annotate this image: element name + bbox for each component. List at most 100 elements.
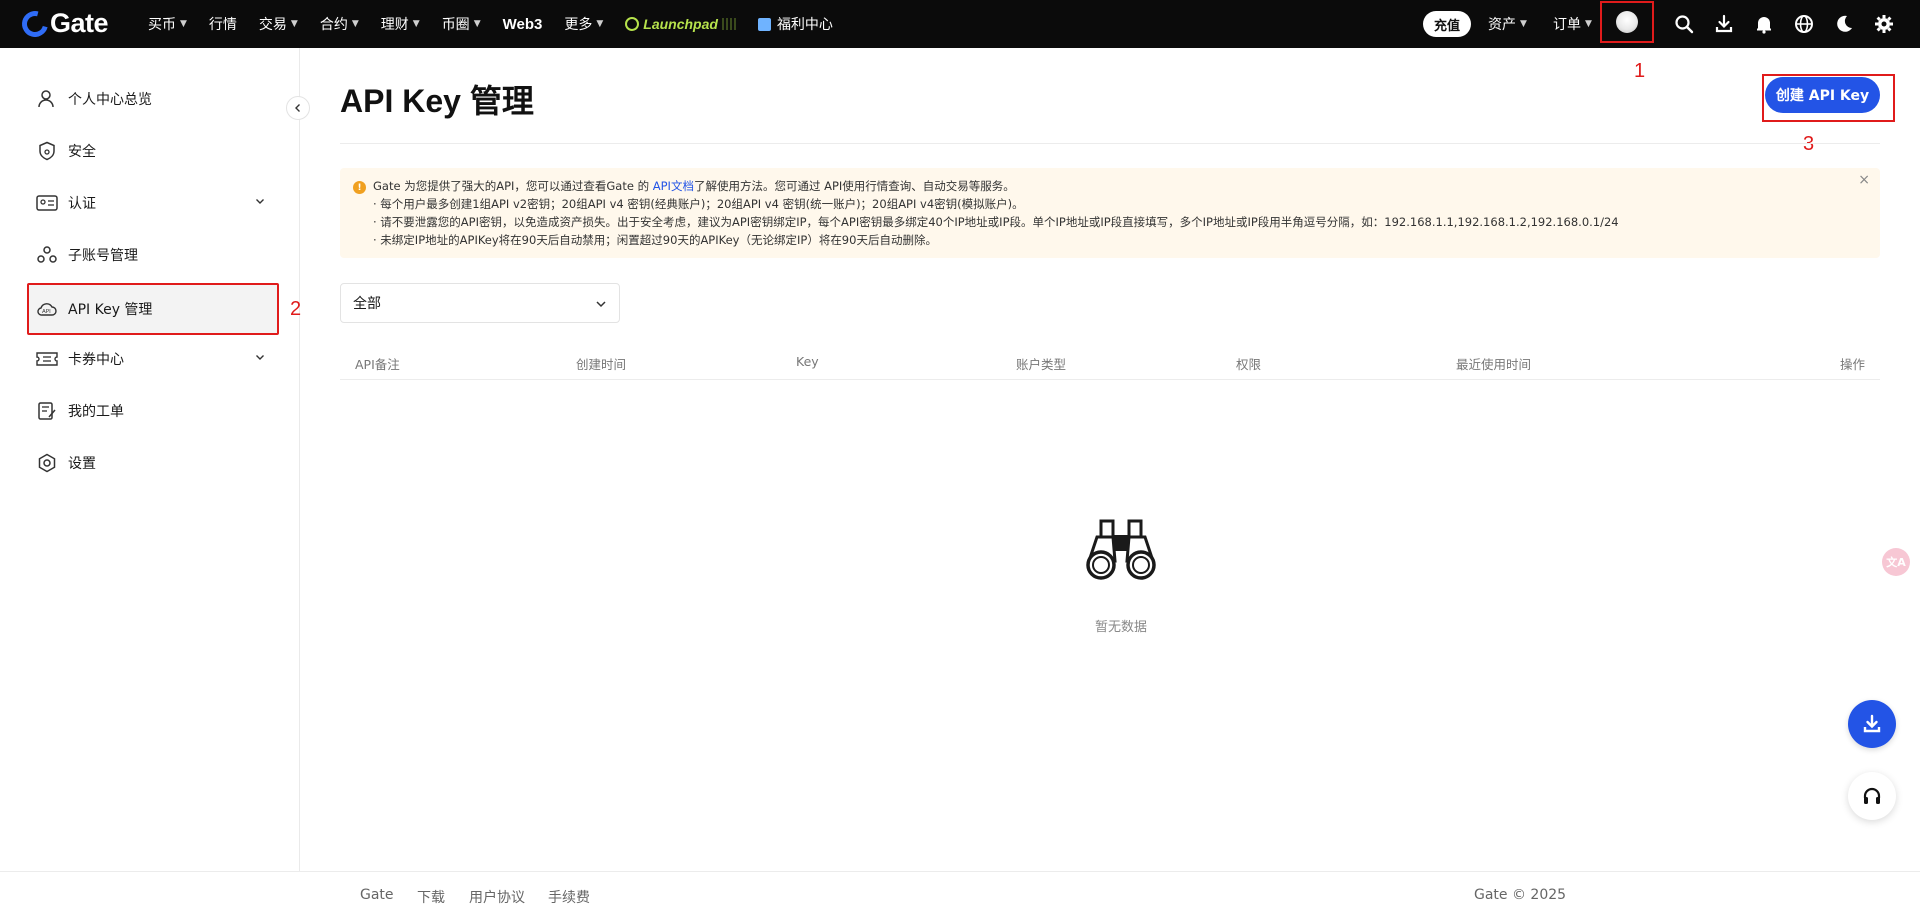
sidebar-item-settings[interactable]: 设置 <box>36 448 266 478</box>
empty-state-text: 暂无数据 <box>1094 620 1147 635</box>
caret-down-icon: ▼ <box>596 19 604 29</box>
sidebar-item-label: 安全 <box>68 144 96 160</box>
sidebar-item-tickets[interactable]: 我的工单 <box>36 396 266 426</box>
deposit-button[interactable]: 充值 <box>1423 11 1471 37</box>
api-key-table-header: API备注 创建时间 Key 账户类型 权限 最近使用时间 操作 <box>340 350 1880 380</box>
sidebar-item-verification[interactable]: 认证 <box>36 188 266 218</box>
footer: Gate 下载 用户协议 手续费 Gate © 2025 <box>0 871 1920 919</box>
nav-label: 理财 <box>380 17 409 33</box>
nav-label: 交易 <box>258 17 287 33</box>
page-title: API Key 管理 <box>340 83 534 119</box>
column-header: API备注 <box>355 357 400 372</box>
gear-icon[interactable] <box>1872 12 1896 36</box>
sidebar-item-label: 卡券中心 <box>68 352 124 368</box>
headset-icon <box>1863 787 1881 804</box>
select-value: 全部 <box>353 296 381 312</box>
floating-download-button[interactable] <box>1848 700 1896 748</box>
customer-support-button[interactable] <box>1848 772 1896 820</box>
settings-icon <box>36 452 58 474</box>
create-api-key-button[interactable]: 创建 API Key <box>1765 77 1880 113</box>
sidebar-item-label: 认证 <box>68 196 96 212</box>
translate-icon[interactable]: 文A <box>1882 548 1910 576</box>
account-type-select[interactable]: 全部 <box>340 283 620 323</box>
avatar-highlight-box <box>1600 1 1654 43</box>
search-icon[interactable] <box>1672 12 1696 36</box>
orders-label: 订单 <box>1553 17 1581 33</box>
launchpad-icon <box>625 17 640 31</box>
nav-trade[interactable]: 交易 ▼ <box>259 14 298 34</box>
chevron-down-icon <box>256 199 264 204</box>
footer-link-gate[interactable]: Gate <box>360 887 394 903</box>
nav-welfare-center[interactable]: 福利中心 <box>757 14 833 34</box>
sidebar-item-sub-accounts[interactable]: 子账号管理 <box>36 240 266 270</box>
sidebar-item-coupons[interactable]: 卡券中心 <box>36 344 266 374</box>
sidebar-collapse-button[interactable] <box>286 96 310 120</box>
notice-line-1: Gate 为您提供了强大的API，您可以通过查看Gate 的 API文档了解使用… <box>373 178 1015 194</box>
gate-logo[interactable]: Gate <box>17 5 109 42</box>
globe-icon[interactable] <box>1792 12 1816 36</box>
nav-more[interactable]: 更多 ▼ <box>564 14 603 34</box>
launchpad-label: Launchpad <box>643 16 718 32</box>
nav-orders[interactable]: 订单 ▼ <box>1553 0 1592 48</box>
nav-label: Web3 <box>502 15 543 33</box>
nav-assets[interactable]: 资产 ▼ <box>1488 0 1527 48</box>
svg-text:API: API <box>42 309 51 315</box>
notice-text: 了解使用方法。您可通过 API使用行情查询、自动交易等服务。 <box>693 179 1015 193</box>
nav-community[interactable]: 币圈 ▼ <box>442 14 481 34</box>
moon-icon[interactable] <box>1832 12 1856 36</box>
column-header: 账户类型 <box>1016 357 1067 372</box>
avatar[interactable] <box>1616 11 1638 33</box>
caret-down-icon: ▼ <box>1585 19 1592 29</box>
sidebar-item-label: API Key 管理 <box>68 302 153 318</box>
footer-link-fees[interactable]: 手续费 <box>548 887 590 907</box>
sidebar-item-label: 子账号管理 <box>68 248 138 264</box>
download-icon[interactable] <box>1712 12 1736 36</box>
warning-icon: ! <box>353 181 366 194</box>
download-icon <box>1863 714 1881 733</box>
gate-logo-icon <box>17 5 53 42</box>
api-notice-banner: ! Gate 为您提供了强大的API，您可以通过查看Gate 的 API文档了解… <box>340 168 1880 258</box>
launchpad-stripe-icon <box>721 18 736 30</box>
caret-down-icon: ▼ <box>180 19 187 29</box>
sidebar-item-security[interactable]: 安全 <box>36 136 266 166</box>
nav-label: 行情 <box>208 17 237 33</box>
annotation-2: 2 <box>290 298 302 320</box>
nav-earn[interactable]: 理财 ▼ <box>381 14 420 34</box>
gift-icon <box>757 17 771 31</box>
caret-down-icon: ▼ <box>473 19 481 29</box>
ticket-icon <box>36 400 58 422</box>
sidebar-item-overview[interactable]: 个人中心总览 <box>36 84 266 114</box>
api-docs-link[interactable]: API文档 <box>653 179 694 193</box>
caret-down-icon: ▼ <box>290 19 298 29</box>
nav-buy-crypto[interactable]: 买币 ▼ <box>148 14 187 34</box>
bell-icon[interactable] <box>1752 12 1776 36</box>
main-menu: 买币 ▼ 行情 交易 ▼ 合约 ▼ 理财 ▼ 币圈 ▼ Web3 更多 ▼ Launchpa… <box>148 0 855 48</box>
notice-text: Gate 为您提供了强大的API，您可以通过查看Gate 的 <box>373 179 653 193</box>
top-navigation: Gate 买币 ▼ 行情 交易 ▼ 合约 ▼ 理财 ▼ 币圈 ▼ Web3 更多 ▼ Lau… <box>0 0 1920 48</box>
close-icon[interactable]: × <box>1858 172 1870 188</box>
column-header: 权限 <box>1236 357 1262 372</box>
nav-launchpad[interactable]: Launchpad <box>625 16 736 32</box>
notice-line-4: · 未绑定IP地址的APIKey将在90天后自动禁用；闲置超过90天的APIKe… <box>373 233 937 247</box>
annotation-1: 1 <box>1634 60 1646 82</box>
column-header: 创建时间 <box>576 357 627 372</box>
nav-label: 币圈 <box>441 17 470 33</box>
nav-label: 买币 <box>148 17 176 33</box>
nav-label: 合约 <box>319 17 348 33</box>
footer-copyright: Gate © 2025 <box>1474 887 1567 903</box>
footer-link-download[interactable]: 下载 <box>417 887 445 907</box>
sidebar-item-label: 设置 <box>68 456 96 472</box>
nav-markets[interactable]: 行情 <box>209 14 237 34</box>
notice-line-3: · 请不要泄露您的API密钥，以免造成资产损失。出于安全考虑，建议为API密钥绑… <box>373 215 1619 229</box>
sidebar-item-api-key[interactable]: API API Key 管理 <box>36 294 266 324</box>
divider <box>340 143 1880 144</box>
nav-futures[interactable]: 合约 ▼ <box>320 14 359 34</box>
logo-text: Gate <box>50 8 109 38</box>
assets-label: 资产 <box>1488 17 1516 33</box>
nav-web3[interactable]: Web3 <box>503 16 543 33</box>
footer-link-user-agreement[interactable]: 用户协议 <box>469 887 525 907</box>
caret-down-icon: ▼ <box>351 19 359 29</box>
binoculars-icon <box>1083 515 1159 585</box>
caret-down-icon: ▼ <box>1520 19 1527 29</box>
column-header: Key <box>796 354 819 369</box>
